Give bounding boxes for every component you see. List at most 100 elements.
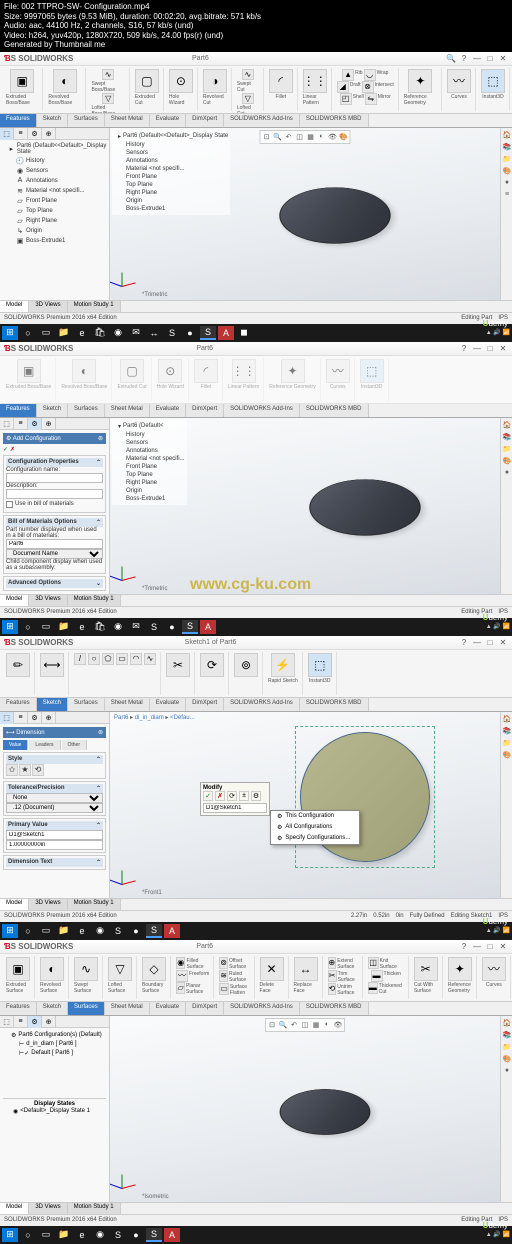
fm-tab-dim[interactable]: ⊕: [42, 128, 56, 140]
cfg-item-default[interactable]: ⊢✓Default [ Part6 ]: [3, 1049, 106, 1058]
graphics-viewport[interactable]: ⊡ 🔍 ↶ ◫ ▦ ◐ 👁 🎨 ▸Part6 (Default<<Default…: [110, 128, 500, 300]
trim-icon[interactable]: ✂: [166, 653, 190, 677]
delete-face-icon[interactable]: ✕: [260, 957, 284, 981]
sw-resources-icon[interactable]: 🏠: [502, 130, 512, 140]
tree-history[interactable]: 🕘History: [2, 156, 107, 166]
convert-icon[interactable]: ⟳: [200, 653, 224, 677]
tree-root[interactable]: ▸Part6 (Default<<Default>_Display State: [2, 142, 107, 156]
dim-tab-other[interactable]: Other: [62, 740, 88, 750]
file-explorer-icon[interactable]: 📁: [502, 154, 512, 164]
flyout-tree[interactable]: ▸Part6 (Default<<Default>_Display State …: [112, 130, 230, 215]
dim-tab-value[interactable]: Value: [3, 740, 28, 750]
graphics-viewport[interactable]: ⊡🔍↶◫▦◐👁 *Isometric: [110, 1016, 500, 1202]
store-icon[interactable]: 🛍: [92, 326, 108, 340]
tree-boss-extrude[interactable]: ▣Boss-Extrude1: [2, 236, 107, 246]
revolved-boss-icon[interactable]: ◐: [53, 69, 77, 93]
smart-dimension-icon[interactable]: ⟷: [40, 653, 64, 677]
tree-front-plane[interactable]: ▱Front Plane: [2, 196, 107, 206]
modify-value-input[interactable]: [203, 803, 267, 813]
modify-ok[interactable]: ✓: [203, 791, 213, 801]
hole-wizard-icon[interactable]: ⊙: [169, 69, 193, 93]
extruded-surface-icon[interactable]: ▣: [6, 957, 30, 981]
swept-boss-icon[interactable]: ∿: [102, 69, 114, 80]
design-library-icon[interactable]: 📚: [502, 142, 512, 152]
tray-icons[interactable]: ▲ 🔊 📶: [486, 329, 510, 336]
primary-name-input[interactable]: [6, 830, 103, 840]
tree-annotations[interactable]: AAnnotations: [2, 176, 107, 186]
extruded-cut-icon[interactable]: ▢: [135, 69, 159, 93]
lofted-surface-icon[interactable]: ▽: [108, 957, 132, 981]
replace-face-icon[interactable]: ↔: [294, 957, 318, 981]
model-disc[interactable]: [271, 1084, 387, 1143]
ribbon-revolve-group[interactable]: ◐ Revolved Boss/Base: [44, 68, 86, 111]
swept-cut-icon[interactable]: ∿: [242, 69, 254, 80]
config-mgr-tab[interactable]: ⚙: [28, 1016, 42, 1028]
revolved-surface-icon[interactable]: ◐: [40, 957, 64, 981]
config-desc-input[interactable]: [6, 489, 103, 499]
bottom-tab-model[interactable]: Model: [0, 301, 29, 312]
ribbon-cut-group[interactable]: ▢ Extruded Cut: [131, 68, 164, 111]
modify-config-icon[interactable]: ⚙: [251, 791, 261, 801]
help-icon[interactable]: ?: [459, 53, 469, 63]
swept-surface-icon[interactable]: ∿: [74, 957, 98, 981]
dim-tab-leaders[interactable]: Leaders: [29, 740, 60, 750]
tab-dimxpert[interactable]: DimXpert: [186, 114, 224, 127]
rib-icon[interactable]: ▲: [342, 69, 354, 81]
lofted-cut-icon[interactable]: ▽: [242, 93, 254, 104]
rapid-sketch-icon[interactable]: ⚡: [271, 653, 295, 677]
tree-top-plane[interactable]: ▱Top Plane: [2, 206, 107, 216]
tab-mbd[interactable]: SOLIDWORKS MBD: [300, 114, 369, 127]
cortana-icon[interactable]: ○: [20, 326, 36, 340]
tab-addins[interactable]: SOLIDWORKS Add-Ins: [224, 114, 300, 127]
extruded-boss-icon[interactable]: ▣: [10, 69, 34, 93]
wrap-icon[interactable]: ◡: [364, 69, 376, 81]
close-icon[interactable]: ✕: [498, 53, 508, 63]
display-state-item[interactable]: ◉<Default>_Display State 1: [5, 1107, 104, 1116]
curves-icon[interactable]: 〰: [447, 69, 471, 93]
chrome-icon[interactable]: ◉: [110, 326, 126, 340]
outlook-icon[interactable]: ✉: [128, 326, 144, 340]
taskview-icon[interactable]: ▭: [38, 326, 54, 340]
ribbon-boss-group[interactable]: ▣ Extruded Boss/Base: [2, 68, 43, 111]
search-icon[interactable]: 🔍: [446, 53, 456, 63]
modify-rebuild[interactable]: ⟳: [227, 791, 237, 801]
tree-right-plane[interactable]: ▱Right Plane: [2, 216, 107, 226]
tolerance-type-select[interactable]: None: [6, 793, 103, 803]
tree-origin[interactable]: ↳Origin: [2, 226, 107, 236]
refgeo-icon[interactable]: ✦: [408, 69, 432, 93]
autocad-icon[interactable]: A: [218, 326, 234, 340]
view-orient-icon[interactable]: ▦: [306, 132, 316, 142]
pattern-icon[interactable]: ⋮⋮: [303, 69, 327, 93]
edge-icon[interactable]: e: [74, 326, 90, 340]
menu-this-config[interactable]: ⚙This Configuration: [271, 811, 359, 822]
display-style-icon[interactable]: ◐: [317, 132, 327, 142]
bottom-tab-motion[interactable]: Motion Study 1: [68, 301, 121, 312]
skype-icon[interactable]: S: [164, 326, 180, 340]
sketch-viewport[interactable]: Part6 ▸ di_in_diam ▸ <Defau... Modify ✓✗…: [110, 712, 500, 898]
docname-select[interactable]: Document Name: [6, 549, 103, 559]
tab-features[interactable]: Features: [0, 114, 37, 127]
intersect-icon[interactable]: ⊗: [362, 81, 374, 93]
mirror-icon[interactable]: ⇋: [365, 93, 377, 105]
tab-surfaces[interactable]: Surfaces: [68, 114, 105, 127]
explorer-icon[interactable]: 📁: [56, 326, 72, 340]
zoom-area-icon[interactable]: 🔍: [273, 132, 283, 142]
custom-props-icon[interactable]: ≡: [502, 190, 512, 200]
bom-partnum-input[interactable]: [6, 539, 103, 549]
graphics-viewport[interactable]: ▾Part6 (Default< History Sensors Annotat…: [110, 418, 500, 594]
instant3d-icon[interactable]: ⬚: [481, 69, 505, 93]
menu-all-configs[interactable]: ⚙All Configurations: [271, 822, 359, 833]
tree-material[interactable]: ≋Material <not specifi...: [2, 186, 107, 196]
appearances-icon[interactable]: ●: [502, 178, 512, 188]
use-bom-checkbox[interactable]: [6, 501, 13, 508]
hide-show-icon[interactable]: 👁: [328, 132, 338, 142]
primary-value-input[interactable]: [6, 840, 103, 850]
lofted-boss-icon[interactable]: ▽: [102, 93, 114, 104]
cfg-item-1[interactable]: ⊢d_in_diam [ Part6 ]: [3, 1040, 106, 1049]
shell-icon[interactable]: ◰: [340, 93, 352, 105]
maximize-icon[interactable]: □: [485, 53, 495, 63]
model-disc[interactable]: [271, 182, 413, 256]
cancel-button[interactable]: ✗: [10, 446, 15, 453]
edit-appearance-icon[interactable]: 🎨: [339, 132, 349, 142]
modify-reverse[interactable]: ±: [239, 791, 249, 801]
